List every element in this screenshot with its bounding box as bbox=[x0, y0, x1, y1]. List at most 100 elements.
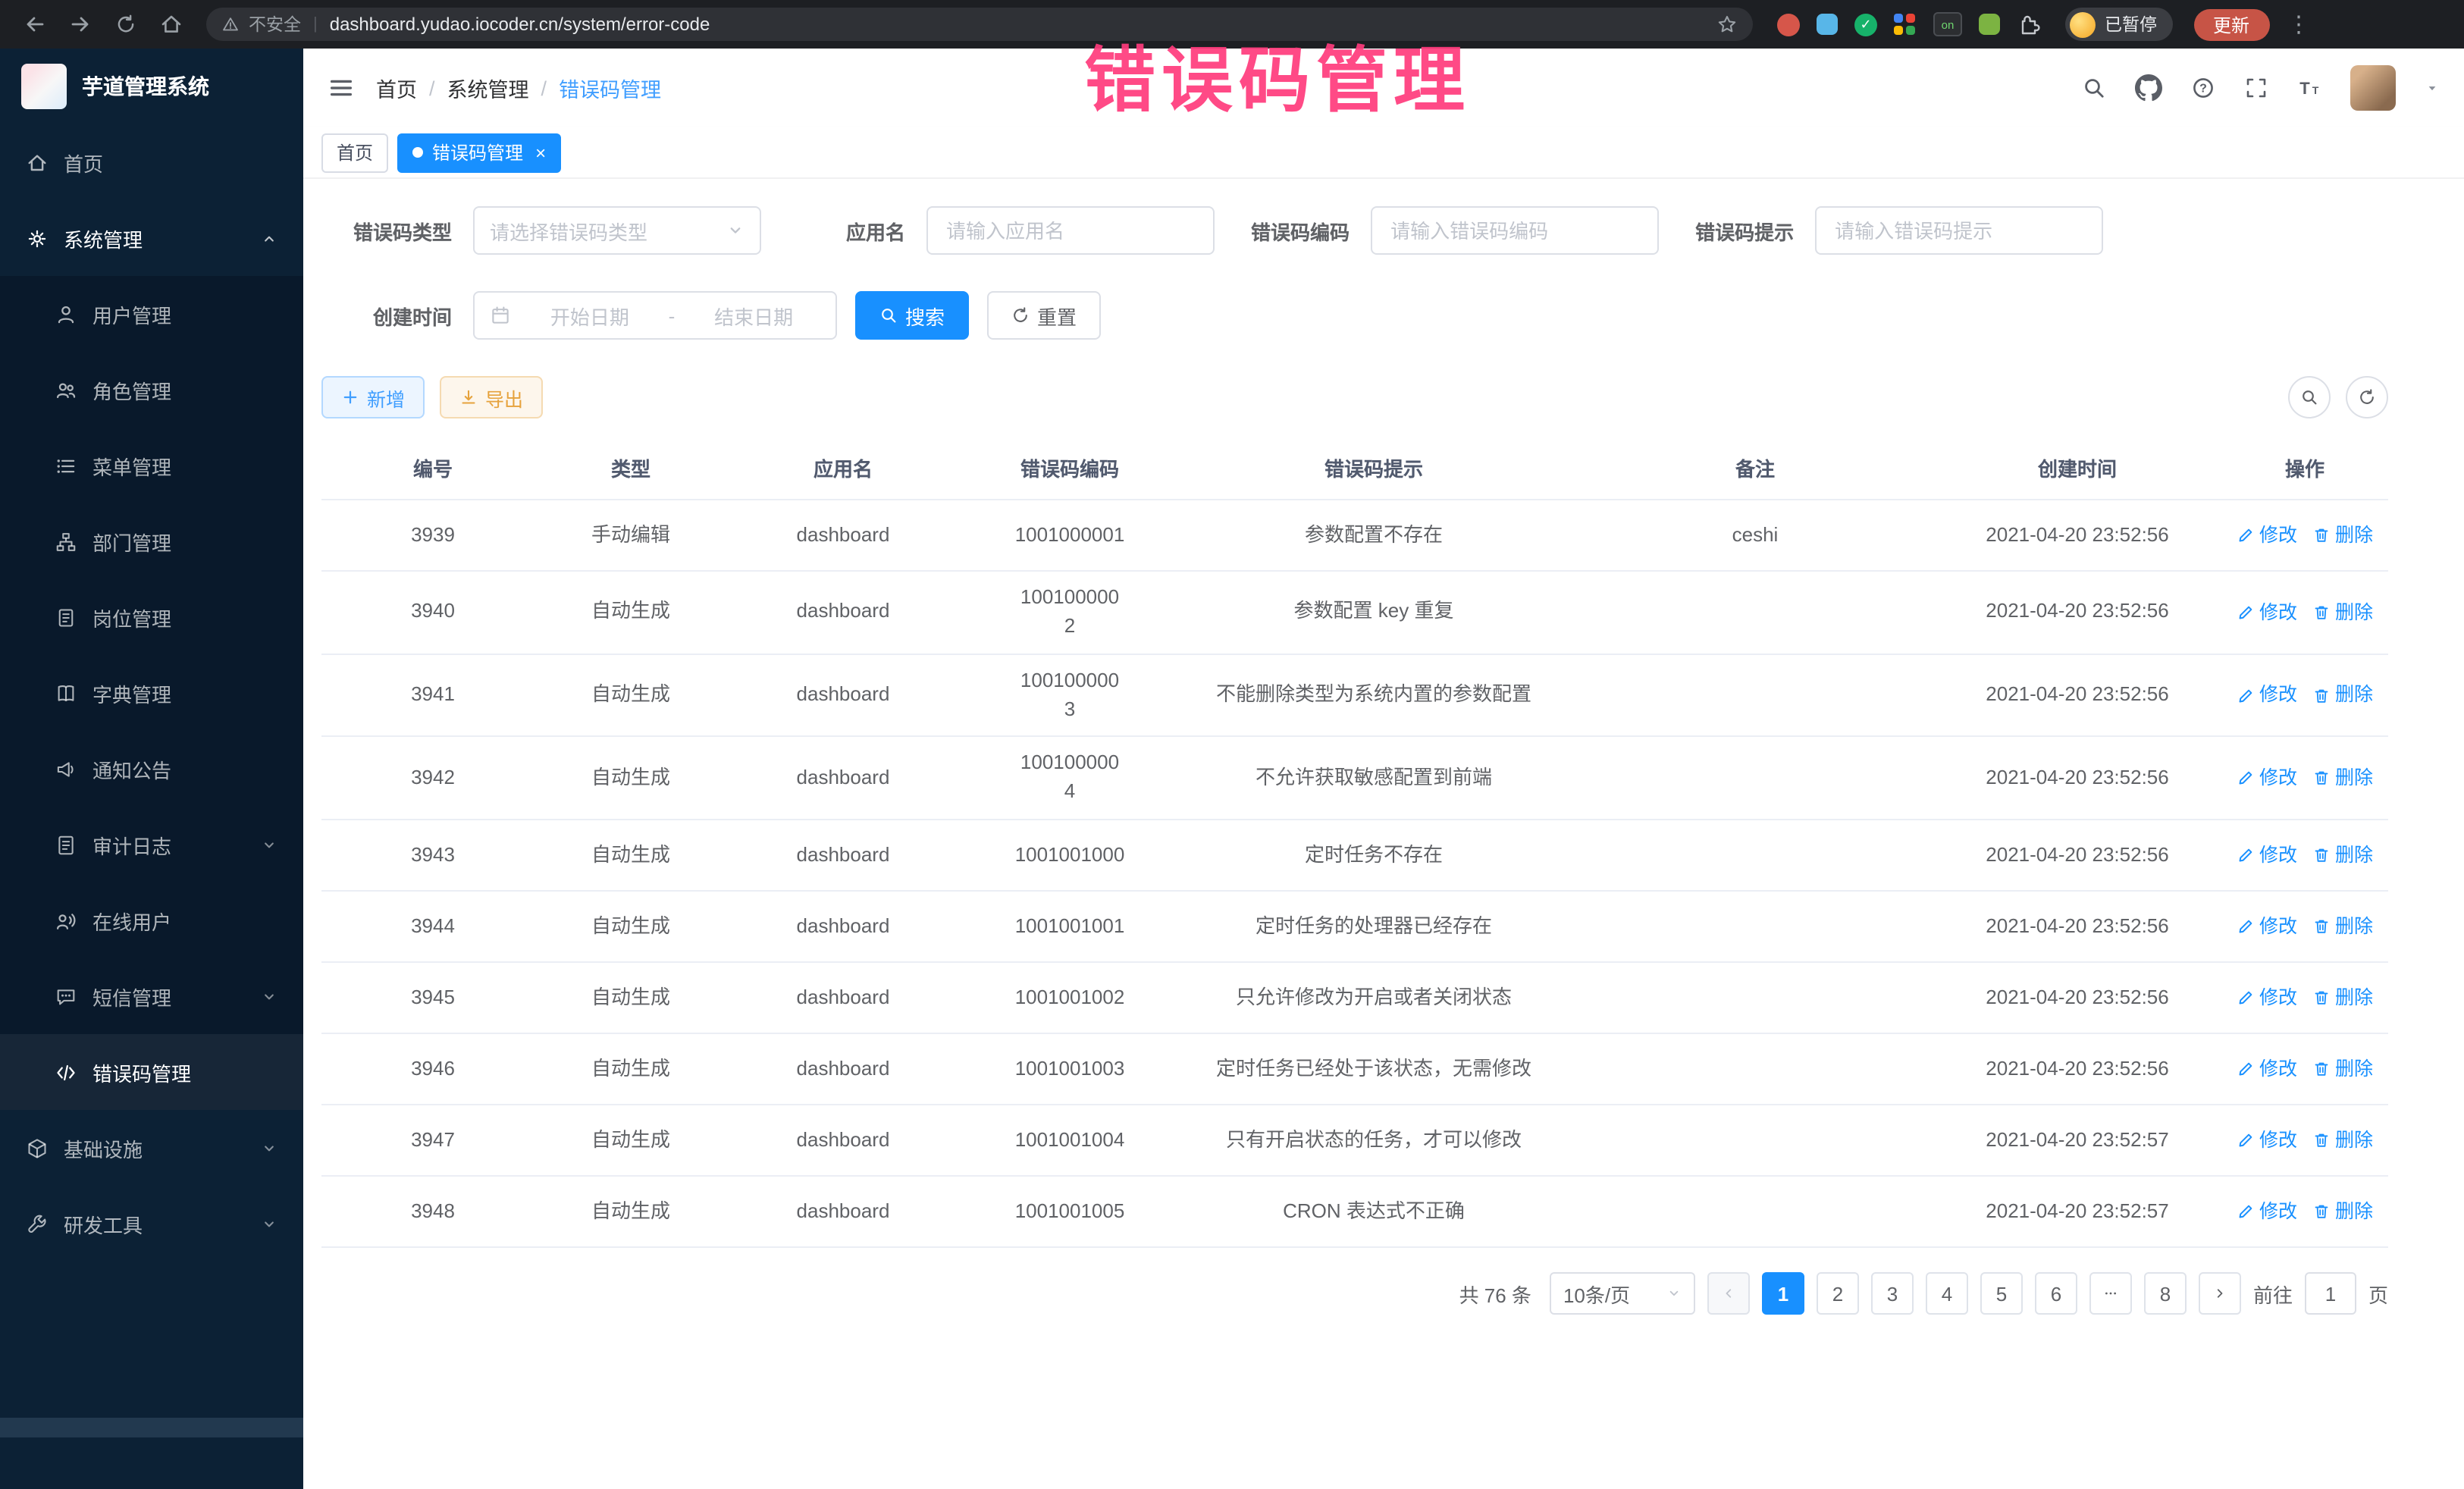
refresh-table-button[interactable] bbox=[2346, 376, 2388, 418]
sidebar-item-dev-tools[interactable]: 研发工具 bbox=[0, 1186, 303, 1262]
tab-error-code-management[interactable]: 错误码管理 × bbox=[397, 133, 561, 172]
extension-icon-green-check[interactable] bbox=[1854, 13, 1877, 36]
url-text[interactable]: dashboard.yudao.iocoder.cn/system/error-… bbox=[330, 14, 1707, 35]
error-hint-input[interactable] bbox=[1815, 206, 2103, 255]
font-size-icon[interactable] bbox=[2297, 76, 2321, 100]
toggle-search-button[interactable] bbox=[2288, 376, 2331, 418]
sidebar-item-home[interactable]: 首页 bbox=[0, 124, 303, 200]
delete-link[interactable]: 删除 bbox=[2312, 682, 2373, 709]
sidebar-item-menu-management[interactable]: 菜单管理 bbox=[0, 428, 303, 503]
app-logo[interactable]: 芋道管理系统 bbox=[0, 49, 303, 124]
delete-link[interactable]: 删除 bbox=[2312, 1055, 2373, 1083]
fullscreen-icon[interactable] bbox=[2244, 76, 2268, 100]
page-button-last[interactable]: 8 bbox=[2144, 1272, 2187, 1315]
delete-link[interactable]: 删除 bbox=[2312, 842, 2373, 869]
goto-page-input[interactable] bbox=[2305, 1272, 2356, 1315]
page-button-2[interactable]: 2 bbox=[1817, 1272, 1859, 1315]
delete-link[interactable]: 删除 bbox=[2312, 522, 2373, 549]
extension-icon-blue[interactable] bbox=[1817, 14, 1838, 35]
extension-icon-proxy-on[interactable]: on bbox=[1933, 12, 1962, 36]
browser-home-button[interactable] bbox=[152, 5, 191, 44]
browser-menu-icon[interactable]: ⋮ bbox=[2287, 11, 2310, 38]
search-button[interactable]: 搜索 bbox=[855, 291, 969, 340]
sidebar-item-system-management[interactable]: 系统管理 bbox=[0, 200, 303, 276]
add-button[interactable]: 新增 bbox=[321, 376, 425, 418]
sidebar-scrollbar[interactable] bbox=[0, 1418, 303, 1437]
edit-link[interactable]: 修改 bbox=[2237, 599, 2297, 626]
error-type-select[interactable]: 请选择错误码类型 bbox=[473, 206, 761, 255]
page-button-4[interactable]: 4 bbox=[1926, 1272, 1968, 1315]
column-header-app: 应用名 bbox=[717, 443, 969, 499]
browser-profile-chip[interactable]: 已暂停 bbox=[2065, 8, 2172, 41]
prev-page-button[interactable] bbox=[1707, 1272, 1750, 1315]
edit-link[interactable]: 修改 bbox=[2237, 1127, 2297, 1154]
tab-home[interactable]: 首页 bbox=[321, 133, 388, 172]
browser-update-button[interactable]: 更新 bbox=[2193, 8, 2269, 40]
reset-button[interactable]: 重置 bbox=[987, 291, 1101, 340]
app-name-input[interactable] bbox=[926, 206, 1215, 255]
tab-close-icon[interactable]: × bbox=[535, 142, 546, 163]
delete-link[interactable]: 删除 bbox=[2312, 984, 2373, 1011]
sidebar-item-audit-log[interactable]: 审计日志 bbox=[0, 807, 303, 882]
column-header-remark: 备注 bbox=[1577, 443, 1933, 499]
delete-link[interactable]: 删除 bbox=[2312, 764, 2373, 792]
sidebar-item-infrastructure[interactable]: 基础设施 bbox=[0, 1110, 303, 1186]
edit-link[interactable]: 修改 bbox=[2237, 842, 2297, 869]
breadcrumb-home[interactable]: 首页 bbox=[376, 73, 417, 103]
column-header-create-time: 创建时间 bbox=[1933, 443, 2221, 499]
delete-link[interactable]: 删除 bbox=[2312, 599, 2373, 626]
search-icon[interactable] bbox=[2082, 76, 2106, 100]
cell-remark bbox=[1577, 820, 1933, 890]
extensions-puzzle-icon[interactable] bbox=[2017, 12, 2041, 36]
user-avatar[interactable] bbox=[2350, 65, 2396, 111]
sidebar-item-notice[interactable]: 通知公告 bbox=[0, 731, 303, 807]
edit-link[interactable]: 修改 bbox=[2237, 1055, 2297, 1083]
trash-icon bbox=[2312, 1060, 2331, 1078]
github-icon[interactable] bbox=[2135, 74, 2162, 102]
edit-link[interactable]: 修改 bbox=[2237, 522, 2297, 549]
browser-forward-button[interactable] bbox=[61, 5, 100, 44]
search-icon bbox=[2300, 388, 2318, 406]
delete-link[interactable]: 删除 bbox=[2312, 1127, 2373, 1154]
sidebar-item-role-management[interactable]: 角色管理 bbox=[0, 352, 303, 428]
column-header-actions: 操作 bbox=[2221, 443, 2388, 499]
extension-icon-grid[interactable] bbox=[1894, 13, 1917, 36]
edit-link[interactable]: 修改 bbox=[2237, 682, 2297, 709]
extension-icon-leaf[interactable] bbox=[1979, 14, 2000, 35]
breadcrumb-system-management[interactable]: 系统管理 bbox=[447, 73, 529, 103]
edit-link[interactable]: 修改 bbox=[2237, 1198, 2297, 1225]
page-button-1[interactable]: 1 bbox=[1762, 1272, 1804, 1315]
sidebar-item-error-code-management[interactable]: 错误码管理 bbox=[0, 1034, 303, 1110]
caret-down-icon[interactable] bbox=[2425, 80, 2440, 96]
date-range-picker[interactable]: 开始日期 - 结束日期 bbox=[473, 291, 837, 340]
delete-link[interactable]: 删除 bbox=[2312, 1198, 2373, 1225]
sidebar-item-dict-management[interactable]: 字典管理 bbox=[0, 655, 303, 731]
page-button-6[interactable]: 6 bbox=[2035, 1272, 2077, 1315]
page-size-select[interactable]: 10条/页 bbox=[1550, 1272, 1695, 1315]
browser-refresh-button[interactable] bbox=[106, 5, 146, 44]
cell-app: dashboard bbox=[717, 820, 969, 890]
page-button-5[interactable]: 5 bbox=[1980, 1272, 2023, 1315]
extension-icon-red[interactable] bbox=[1777, 13, 1800, 36]
page-button-3[interactable]: 3 bbox=[1871, 1272, 1914, 1315]
sidebar-collapse-icon[interactable] bbox=[328, 74, 355, 102]
next-page-button[interactable] bbox=[2199, 1272, 2241, 1315]
help-icon[interactable] bbox=[2191, 76, 2215, 100]
more-pages-button[interactable] bbox=[2089, 1272, 2132, 1315]
delete-link[interactable]: 删除 bbox=[2312, 913, 2373, 940]
edit-link[interactable]: 修改 bbox=[2237, 984, 2297, 1011]
sidebar-item-post-management[interactable]: 岗位管理 bbox=[0, 579, 303, 655]
cell-app: dashboard bbox=[717, 1177, 969, 1246]
browser-back-button[interactable] bbox=[15, 5, 55, 44]
sidebar-item-online-users[interactable]: 在线用户 bbox=[0, 882, 303, 958]
cell-message: CRON 表达式不正确 bbox=[1171, 1177, 1577, 1246]
sidebar-item-department-management[interactable]: 部门管理 bbox=[0, 503, 303, 579]
address-bar[interactable]: 不安全 | dashboard.yudao.iocoder.cn/system/… bbox=[206, 8, 1753, 41]
sidebar-item-sms-management[interactable]: 短信管理 bbox=[0, 958, 303, 1034]
sidebar-item-user-management[interactable]: 用户管理 bbox=[0, 276, 303, 352]
edit-link[interactable]: 修改 bbox=[2237, 764, 2297, 792]
export-button[interactable]: 导出 bbox=[440, 376, 543, 418]
error-code-input[interactable] bbox=[1371, 206, 1659, 255]
bookmark-star-icon[interactable] bbox=[1716, 14, 1738, 35]
edit-link[interactable]: 修改 bbox=[2237, 913, 2297, 940]
